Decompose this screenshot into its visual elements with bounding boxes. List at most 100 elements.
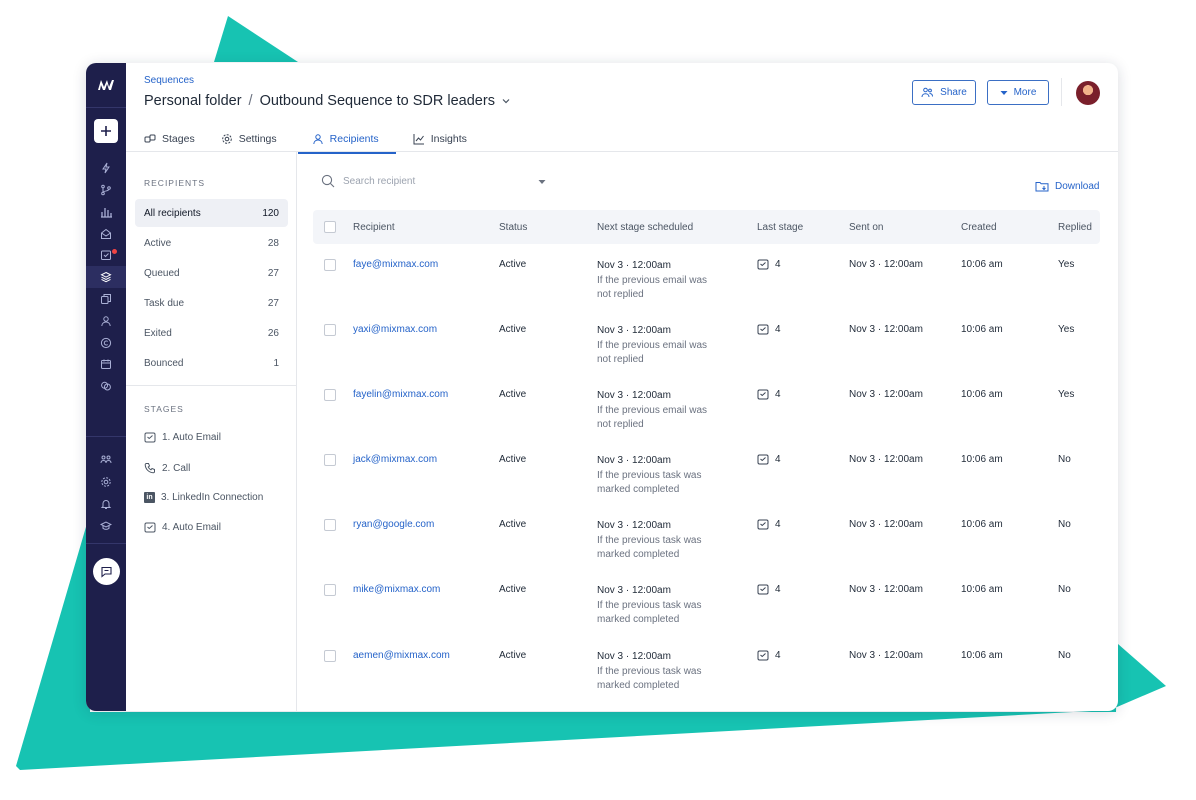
row-checkbox[interactable] — [324, 389, 336, 401]
rail-item-settings[interactable] — [97, 473, 115, 491]
tab-insights[interactable]: Insights — [413, 126, 467, 152]
filter-count: 120 — [262, 207, 279, 219]
recipient-email-link[interactable]: faye@mixmax.com — [353, 259, 438, 270]
stage-item-1[interactable]: 1. Auto Email — [144, 432, 221, 443]
filter-bounced[interactable]: Bounced 1 — [135, 349, 288, 377]
column-header-status[interactable]: Status — [499, 222, 527, 233]
sent-on-cell: Nov 3 · 12:00am — [849, 324, 923, 335]
table-row[interactable]: yaxi@mixmax.com Active Nov 3 · 12:00am I… — [313, 324, 1100, 389]
download-button[interactable]: Download — [1035, 180, 1099, 192]
rail-item-integrations[interactable] — [97, 377, 115, 395]
rail-divider — [86, 107, 126, 108]
recipient-email-link[interactable]: mike@mixmax.com — [353, 584, 440, 595]
table-row[interactable]: mike@mixmax.com Active Nov 3 · 12:00am I… — [313, 584, 1100, 649]
rail-item-team[interactable] — [97, 451, 115, 469]
stages-icon — [144, 134, 156, 143]
table-row[interactable]: aemen@mixmax.com Active Nov 3 · 12:00am … — [313, 650, 1100, 711]
rail-item-sequences[interactable] — [97, 268, 115, 286]
rail-item-notifications[interactable] — [97, 495, 115, 513]
column-header-created[interactable]: Created — [961, 222, 997, 233]
row-checkbox[interactable] — [324, 259, 336, 271]
tab-settings-label: Settings — [238, 133, 277, 145]
next-stage-time: Nov 3 · 12:00am — [597, 325, 671, 336]
recipient-email-link[interactable]: jack@mixmax.com — [353, 454, 437, 465]
filter-task-due[interactable]: Task due 27 — [135, 289, 288, 317]
replied-cell: No — [1058, 519, 1071, 530]
more-button[interactable]: More — [987, 80, 1049, 105]
status-cell: Active — [499, 259, 527, 270]
sequence-name[interactable]: Outbound Sequence to SDR leaders — [260, 93, 495, 109]
filter-count: 26 — [267, 327, 279, 339]
search-dropdown-caret-icon[interactable] — [538, 179, 546, 185]
avatar[interactable] — [1076, 81, 1100, 105]
table-row[interactable]: faye@mixmax.com Active Nov 3 · 12:00am I… — [313, 259, 1100, 324]
next-stage-condition: If the previous email was — [597, 274, 708, 286]
next-stage-cell: Nov 3 · 12:00am If the previous email wa… — [597, 389, 707, 433]
stage-label: 3. LinkedIn Connection — [161, 492, 264, 503]
folder-name[interactable]: Personal folder — [144, 93, 242, 109]
stage-item-4[interactable]: 4. Auto Email — [144, 522, 221, 533]
chevron-down-icon[interactable] — [501, 96, 511, 106]
recipient-email-link[interactable]: ryan@google.com — [353, 519, 434, 530]
stage-item-3[interactable]: in 3. LinkedIn Connection — [144, 492, 263, 503]
last-stage-number: 4 — [775, 454, 781, 465]
status-cell: Active — [499, 584, 527, 595]
column-header-recipient[interactable]: Recipient — [353, 222, 395, 233]
column-header-replied[interactable]: Replied — [1058, 222, 1092, 233]
row-checkbox[interactable] — [324, 584, 336, 596]
recipient-email-link[interactable]: aemen@mixmax.com — [353, 650, 450, 661]
rail-item-learn[interactable] — [97, 517, 115, 535]
next-stage-condition: If the previous task was — [597, 665, 702, 677]
rail-item-meetings[interactable] — [97, 355, 115, 373]
share-button-label: Share — [940, 87, 967, 98]
next-stage-condition: If the previous task was — [597, 534, 702, 546]
column-header-next-stage[interactable]: Next stage scheduled — [597, 222, 693, 233]
rail-item-reports[interactable] — [97, 203, 115, 221]
filter-queued[interactable]: Queued 27 — [135, 259, 288, 287]
created-cell: 10:06 am — [961, 389, 1003, 400]
sent-on-cell: Nov 3 · 12:00am — [849, 519, 923, 530]
row-checkbox[interactable] — [324, 324, 336, 336]
email-icon — [757, 519, 769, 530]
row-checkbox[interactable] — [324, 650, 336, 662]
linkedin-icon: in — [144, 492, 155, 503]
search-field[interactable]: Search recipient — [321, 174, 415, 188]
row-checkbox[interactable] — [324, 519, 336, 531]
column-header-sent-on[interactable]: Sent on — [849, 222, 883, 233]
status-cell: Active — [499, 519, 527, 530]
tab-settings[interactable]: Settings — [221, 126, 277, 152]
share-button[interactable]: Share — [912, 80, 976, 105]
add-button[interactable] — [94, 119, 118, 143]
filter-exited[interactable]: Exited 26 — [135, 319, 288, 347]
rail-item-templates[interactable] — [97, 290, 115, 308]
chat-button[interactable] — [93, 558, 120, 585]
filter-all-recipients[interactable]: All recipients 120 — [135, 199, 288, 227]
rail-item-messages[interactable] — [97, 225, 115, 243]
breadcrumb-sequences-link[interactable]: Sequences — [144, 75, 194, 86]
filter-active[interactable]: Active 28 — [135, 229, 288, 257]
recipient-email-link[interactable]: fayelin@mixmax.com — [353, 389, 448, 400]
tab-stages[interactable]: Stages — [144, 126, 195, 152]
last-stage-cell: 4 — [757, 650, 781, 661]
stage-item-2[interactable]: 2. Call — [144, 462, 190, 474]
next-stage-time: Nov 3 · 12:00am — [597, 390, 671, 401]
filter-label: Exited — [144, 327, 172, 339]
tab-bar: Stages Settings Recipients Insights — [144, 126, 467, 154]
more-button-label: More — [1013, 87, 1037, 98]
rail-item-contacts[interactable] — [97, 312, 115, 330]
last-stage-number: 4 — [775, 650, 781, 661]
column-header-last-stage[interactable]: Last stage — [757, 222, 803, 233]
select-all-checkbox[interactable] — [324, 221, 336, 233]
filter-count: 27 — [267, 267, 279, 279]
rail-item-companies[interactable] — [97, 334, 115, 352]
rail-item-rules[interactable] — [97, 181, 115, 199]
row-checkbox[interactable] — [324, 454, 336, 466]
next-stage-cell: Nov 3 · 12:00am If the previous email wa… — [597, 324, 707, 368]
recipient-email-link[interactable]: yaxi@mixmax.com — [353, 324, 437, 335]
table-row[interactable]: jack@mixmax.com Active Nov 3 · 12:00am I… — [313, 454, 1100, 519]
table-row[interactable]: ryan@google.com Active Nov 3 · 12:00am I… — [313, 519, 1100, 584]
mixmax-logo-icon — [98, 80, 114, 90]
table-row[interactable]: fayelin@mixmax.com Active Nov 3 · 12:00a… — [313, 389, 1100, 454]
rail-item-activity[interactable] — [97, 159, 115, 177]
tab-recipients[interactable]: Recipients — [297, 126, 396, 154]
